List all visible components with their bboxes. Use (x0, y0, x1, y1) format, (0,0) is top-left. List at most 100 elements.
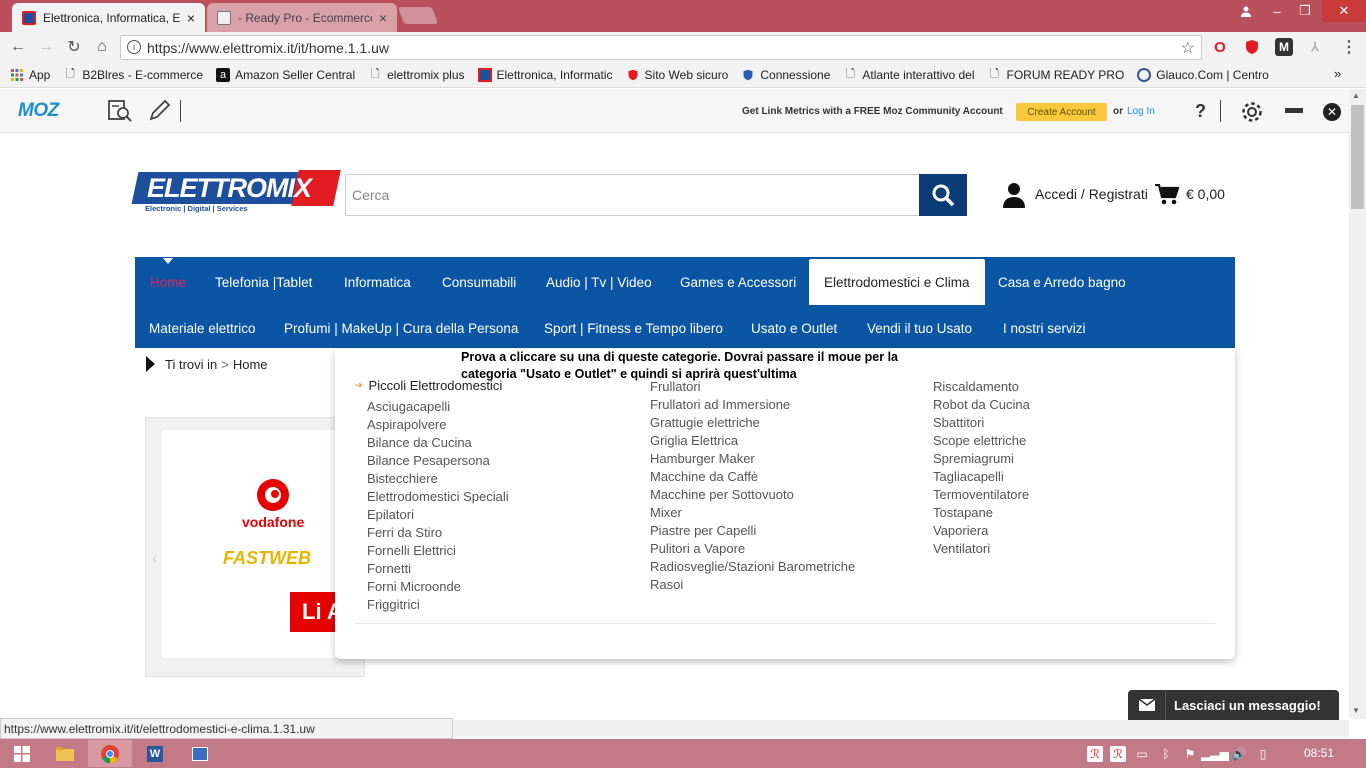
menu-item-spremiagrumi[interactable]: Spremiagrumi (933, 450, 1030, 468)
tab-elettromix[interactable]: Elettronica, Informatica, E × (12, 3, 205, 32)
word-icon[interactable]: W (133, 740, 177, 767)
menu-item-piastre-capelli[interactable]: Piastre per Capelli (650, 522, 855, 540)
menu-item-hamburger-maker[interactable]: Hamburger Maker (650, 450, 855, 468)
avira-icon[interactable]: ℛ (1087, 746, 1103, 762)
user-icon[interactable] (1003, 182, 1025, 211)
app-icon[interactable] (178, 740, 222, 767)
menu-item-grattugie[interactable]: Grattugie elettriche (650, 414, 855, 432)
close-tab-icon[interactable]: × (187, 10, 195, 26)
nav-elettrodomestici[interactable]: Elettrodomestici e Clima (809, 259, 985, 305)
menu-item-macchine-sottovuoto[interactable]: Macchine per Sottovuoto (650, 486, 855, 504)
scrollbar-thumb[interactable] (1351, 105, 1364, 209)
menu-item-friggitrici[interactable]: Friggitrici (367, 596, 509, 614)
menu-item-macchine-caffe[interactable]: Macchine da Caffè (650, 468, 855, 486)
windows-start-icon[interactable] (0, 740, 44, 767)
back-icon[interactable]: ← (7, 36, 29, 58)
menu-item-bistecchiere[interactable]: Bistecchiere (367, 470, 509, 488)
reload-icon[interactable]: ↻ (63, 36, 85, 58)
bookmark-forum-ready-pro[interactable]: 🗋 FORUM READY PRO (988, 68, 1124, 82)
close-icon[interactable]: ✕ (1323, 103, 1341, 121)
info-icon[interactable]: i (127, 40, 141, 54)
chevron-left-icon[interactable]: ‹ (152, 550, 157, 568)
chat-widget[interactable]: Lasciaci un messaggio! (1128, 690, 1339, 720)
address-bar[interactable]: i https://www.elettromix.it/it/home.1.1.… (120, 35, 1202, 60)
help-icon[interactable]: ? (1195, 101, 1206, 122)
create-account-button[interactable]: Create Account (1016, 103, 1107, 121)
log-in-link[interactable]: Log In (1127, 106, 1155, 117)
nav-servizi[interactable]: I nostri servizi (1003, 305, 1086, 351)
scroll-up-icon[interactable]: ▲ (1352, 91, 1360, 100)
menu-item-bilance-cucina[interactable]: Bilance da Cucina (367, 434, 509, 452)
home-icon[interactable]: ⌂ (91, 36, 113, 58)
nav-consumabili[interactable]: Consumabili (442, 259, 516, 305)
menu-item-ventilatori[interactable]: Ventilatori (933, 540, 1030, 558)
chrome-icon[interactable] (88, 740, 132, 767)
nav-sport[interactable]: Sport | Fitness e Tempo libero (544, 305, 723, 351)
flag-icon[interactable]: ⚑ (1182, 746, 1198, 762)
menu-item-mixer[interactable]: Mixer (650, 504, 855, 522)
user-icon[interactable] (1231, 0, 1261, 22)
menu-item-radiosveglie[interactable]: Radiosveglie/Stazioni Barometriche (650, 558, 855, 576)
menu-item-aspirapolvere[interactable]: Aspirapolvere (367, 416, 509, 434)
nav-informatica[interactable]: Informatica (344, 259, 411, 305)
bookmark-b2blres[interactable]: 🗋 B2Blres - E-commerce (63, 68, 203, 82)
bookmark-connessione[interactable]: Connessione (741, 68, 830, 82)
file-explorer-icon[interactable] (43, 740, 87, 767)
moz-logo[interactable]: MOZ (18, 100, 59, 122)
star-icon[interactable]: ☆ (1181, 38, 1195, 58)
new-tab-button[interactable] (397, 7, 439, 24)
menu-item-rasoi[interactable]: Rasoi (650, 576, 855, 594)
bookmark-elettronica[interactable]: Elettronica, Informatic (477, 67, 613, 82)
nav-vendi-usato[interactable]: Vendi il tuo Usato (867, 305, 972, 351)
search-button[interactable] (919, 174, 967, 216)
bookmark-sito-web-sicuro[interactable]: Sito Web sicuro (626, 68, 728, 82)
scroll-down-icon[interactable]: ▼ (1352, 706, 1360, 715)
bookmark-glauco[interactable]: Glauco.Com | Centro (1137, 67, 1269, 82)
menu-item-bilance-pesapersona[interactable]: Bilance Pesapersona (367, 452, 509, 470)
menu-item-asciugacapelli[interactable]: Asciugacapelli (367, 398, 509, 416)
nav-casa-arredo[interactable]: Casa e Arredo bagno (998, 259, 1126, 305)
tab-ready-pro[interactable]: - Ready Pro - Ecommerce × (207, 3, 397, 32)
clock[interactable]: 08:51 (1304, 746, 1334, 760)
bookmarks-more-icon[interactable]: » (1334, 66, 1341, 81)
menu-item-fornetti[interactable]: Fornetti (367, 560, 509, 578)
bookmark-atlante[interactable]: 🗋 Atlante interattivo del (843, 68, 975, 82)
nav-profumi[interactable]: Profumi | MakeUp | Cura della Persona (284, 305, 518, 351)
search-input[interactable]: Cerca (345, 174, 967, 216)
menu-icon[interactable]: ⋮ (1340, 38, 1358, 56)
close-tab-icon[interactable]: × (379, 10, 387, 26)
collapse-icon[interactable] (1285, 108, 1303, 113)
moz-extension-icon[interactable]: M (1275, 38, 1293, 56)
horizontal-scrollbar[interactable] (453, 720, 1349, 737)
menu-item-riscaldamento[interactable]: Riscaldamento (933, 378, 1030, 396)
breadcrumb-home[interactable]: Home (233, 357, 268, 372)
close-window-button[interactable]: ✕ (1322, 0, 1366, 22)
avira-icon[interactable]: ℛ (1110, 746, 1126, 762)
monitor-icon[interactable]: ▭ (1134, 746, 1150, 762)
bookmark-elettromix-plus[interactable]: 🗋 elettromix plus (368, 68, 465, 82)
menu-item-scope-elettriche[interactable]: Scope elettriche (933, 432, 1030, 450)
cart-total[interactable]: € 0,00 (1186, 186, 1225, 202)
nav-games[interactable]: Games e Accessori (680, 259, 796, 305)
menu-item-tostapane[interactable]: Tostapane (933, 504, 1030, 522)
cart-icon[interactable] (1155, 183, 1180, 209)
nav-materiale-elettrico[interactable]: Materiale elettrico (149, 305, 256, 351)
login-link[interactable]: Accedi / Registrati (1035, 186, 1148, 202)
menu-item-pulitori-vapore[interactable]: Pulitori a Vapore (650, 540, 855, 558)
menu-item-frullatori-immersione[interactable]: Frullatori ad Immersione (650, 396, 855, 414)
menu-item-vaporiera[interactable]: Vaporiera (933, 522, 1030, 540)
pdf-icon[interactable]: ⅄ (1306, 38, 1324, 56)
nav-telefonia[interactable]: Telefonia |Tablet (215, 259, 312, 305)
shield-icon[interactable] (1243, 38, 1261, 56)
page-analysis-icon[interactable] (107, 99, 133, 126)
maximize-button[interactable]: ❐ (1290, 0, 1320, 22)
forward-icon[interactable]: → (35, 36, 57, 58)
bookmark-app[interactable]: App (10, 68, 50, 82)
elettromix-logo[interactable]: ELETTROMIX Electronic | Digital | Servic… (131, 170, 341, 216)
menu-item-ferri-da-stiro[interactable]: Ferri da Stiro (367, 524, 509, 542)
gear-icon[interactable] (1240, 100, 1264, 127)
nav-usato-outlet[interactable]: Usato e Outlet (751, 305, 837, 351)
volume-icon[interactable]: 🔊 (1231, 746, 1247, 762)
menu-item-epilatori[interactable]: Epilatori (367, 506, 509, 524)
menu-item-robot-cucina[interactable]: Robot da Cucina (933, 396, 1030, 414)
